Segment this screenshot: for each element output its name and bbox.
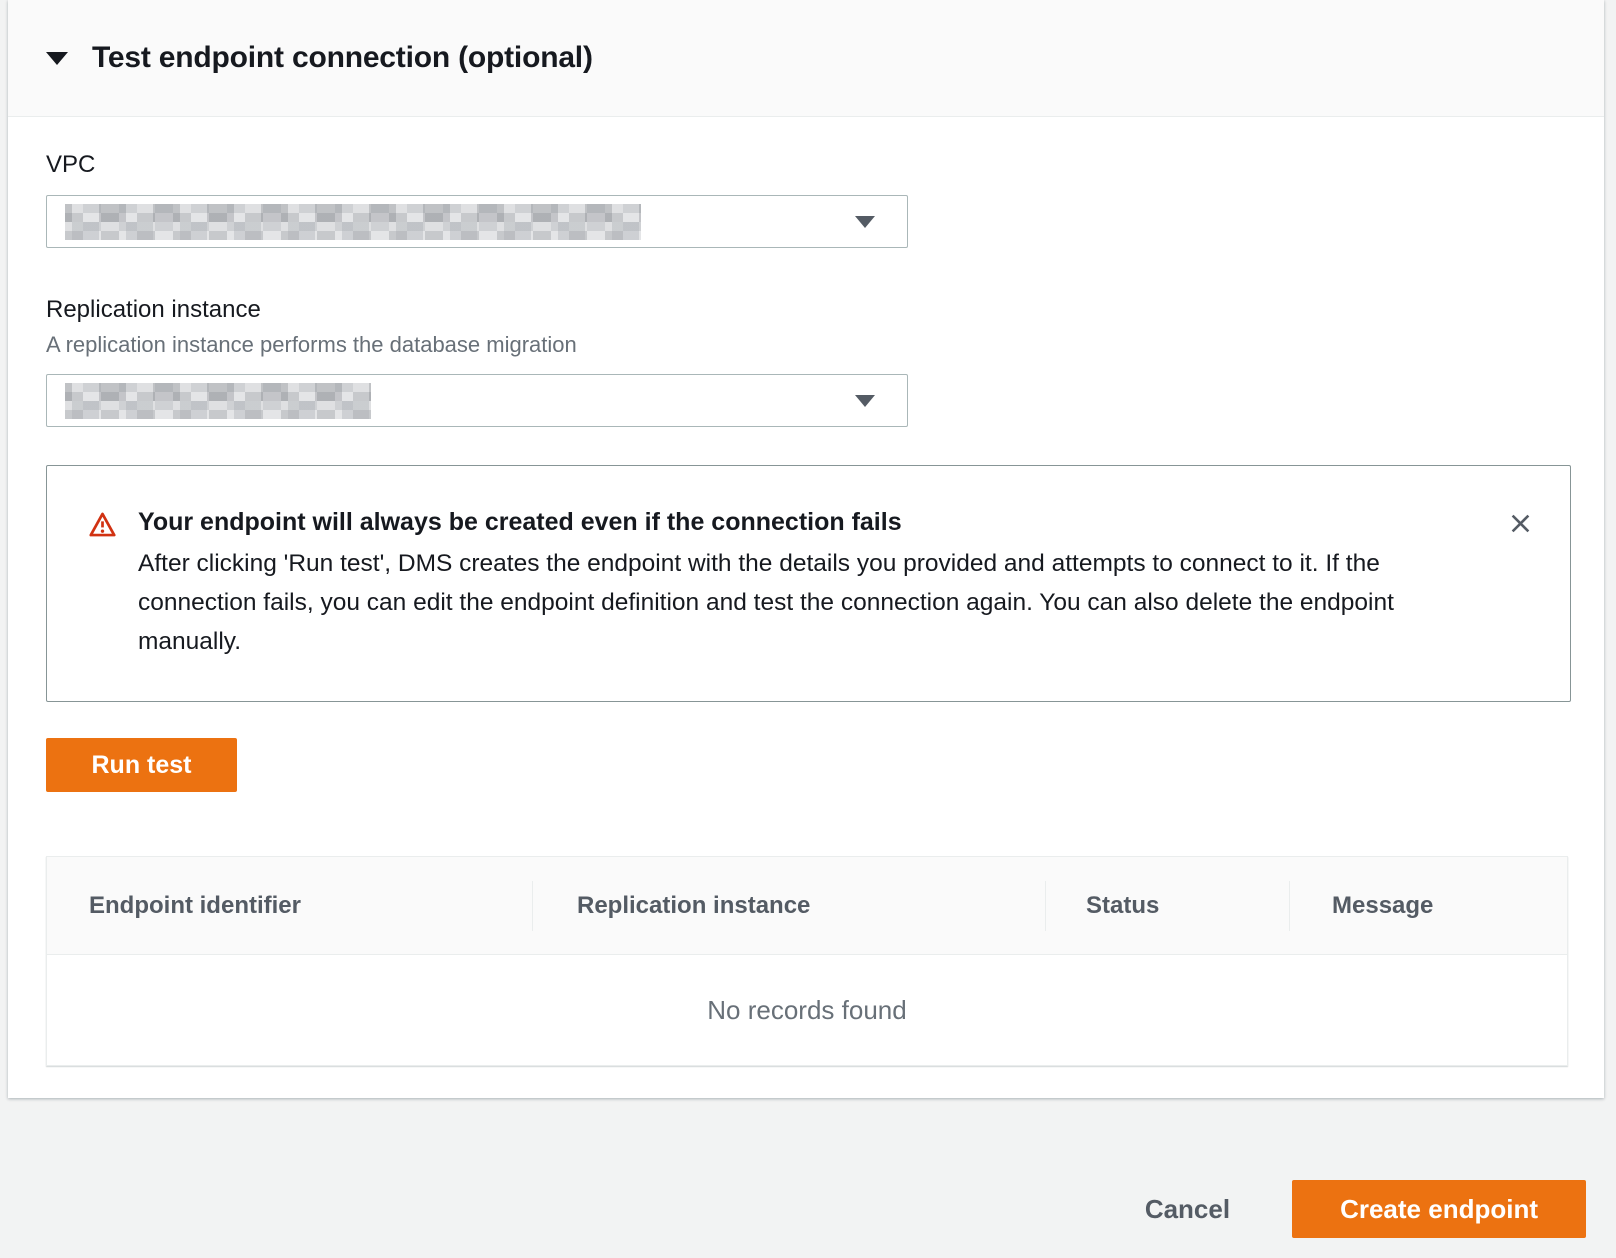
alert-text: Your endpoint will always be created eve…: [138, 508, 1438, 661]
section-title: Test endpoint connection (optional): [92, 41, 593, 75]
table-header-row: Endpoint identifier Replication instance…: [47, 857, 1567, 955]
warning-icon: [89, 511, 116, 543]
run-test-button[interactable]: Run test: [46, 738, 237, 792]
column-header-replication-instance: Replication instance: [532, 881, 1045, 931]
test-endpoint-connection-panel: Test endpoint connection (optional) VPC …: [8, 0, 1604, 1098]
column-header-status: Status: [1045, 881, 1289, 931]
section-body: VPC Replication instance A replication i…: [8, 151, 1604, 1066]
cancel-button[interactable]: Cancel: [1145, 1194, 1230, 1225]
column-header-endpoint-identifier: Endpoint identifier: [47, 881, 532, 931]
dropdown-caret-icon: [855, 216, 875, 228]
collapse-triangle-icon: [46, 52, 68, 65]
section-header-test-endpoint-connection[interactable]: Test endpoint connection (optional): [8, 0, 1604, 117]
replication-instance-description: A replication instance performs the data…: [46, 332, 1566, 358]
test-results-table: Endpoint identifier Replication instance…: [46, 856, 1568, 1066]
create-endpoint-button[interactable]: Create endpoint: [1292, 1180, 1586, 1238]
replication-instance-select[interactable]: [46, 374, 908, 427]
vpc-label: VPC: [46, 151, 1566, 179]
column-header-message: Message: [1289, 881, 1567, 931]
vpc-select[interactable]: [46, 195, 908, 248]
alert-body: After clicking 'Run test', DMS creates t…: [138, 544, 1438, 661]
footer-actions: Cancel Create endpoint: [1145, 1180, 1586, 1238]
dropdown-caret-icon: [855, 395, 875, 407]
table-empty-state: No records found: [47, 955, 1567, 1065]
replication-instance-label: Replication instance: [46, 296, 1566, 324]
vpc-redacted-value: [65, 204, 641, 240]
endpoint-warning-alert: Your endpoint will always be created eve…: [46, 465, 1571, 702]
close-icon[interactable]: [1505, 508, 1536, 539]
replication-instance-redacted-value: [65, 383, 371, 419]
alert-title: Your endpoint will always be created eve…: [138, 508, 1438, 537]
